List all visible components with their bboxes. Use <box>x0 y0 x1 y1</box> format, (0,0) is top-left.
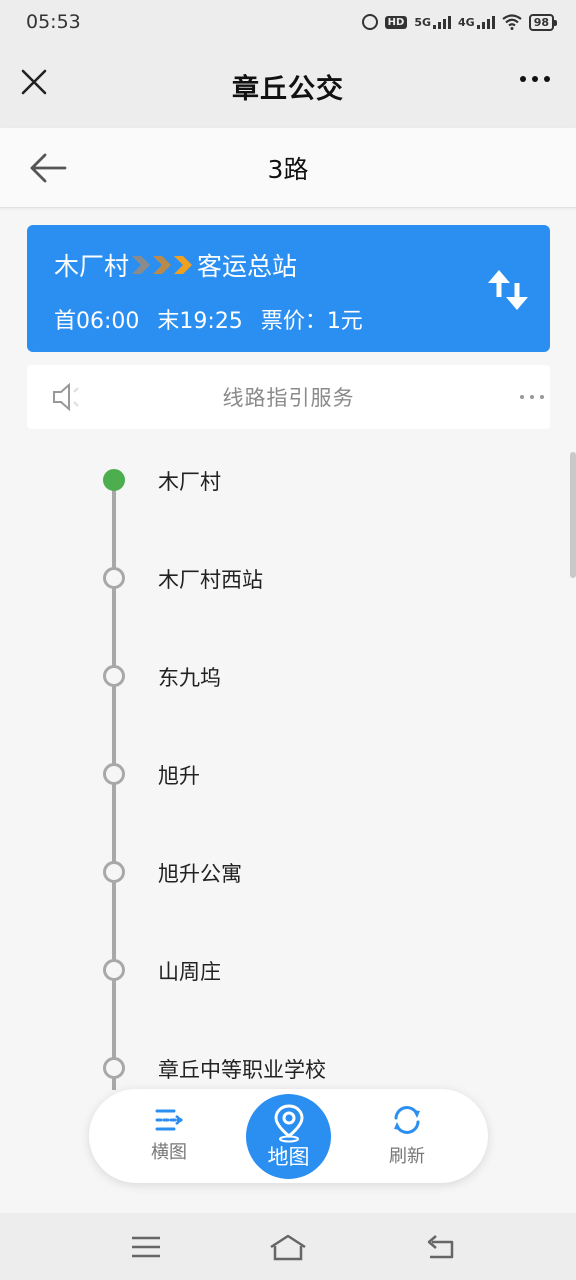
horizontal-view-icon <box>155 1109 184 1131</box>
stop-dot <box>103 959 125 981</box>
current-stop-dot <box>103 469 125 491</box>
stop-item[interactable]: 旭升 <box>0 755 576 795</box>
stop-item[interactable]: 旭升公寓 <box>0 853 576 893</box>
route-origin: 木厂村 <box>54 252 130 281</box>
direction-chevrons-icon <box>132 254 194 276</box>
refresh-label: 刷新 <box>389 1146 425 1167</box>
route-direction: 木厂村 客运总站 <box>54 247 297 283</box>
menu-icon[interactable] <box>126 1233 166 1261</box>
stop-name: 旭升公寓 <box>158 862 242 886</box>
route-card: 木厂村 客运总站 首06:00 末19:25 票价：1元 <box>27 225 550 352</box>
battery-icon: 98 <box>528 13 558 31</box>
refresh-button[interactable]: 刷新 <box>367 1089 447 1183</box>
stop-name: 东九坞 <box>158 666 221 690</box>
map-button[interactable]: 地图 <box>246 1094 331 1179</box>
last-bus-time: 末19:25 <box>157 309 243 334</box>
fare: 票价：1元 <box>260 309 363 334</box>
guidance-text: 线路指引服务 <box>222 386 355 410</box>
stop-name: 木厂村西站 <box>158 568 263 592</box>
horizontal-view-label: 横图 <box>151 1142 187 1163</box>
stop-dot <box>103 1057 125 1079</box>
home-icon[interactable] <box>268 1233 308 1261</box>
stop-list: 木厂村木厂村西站东九坞旭升旭升公寓山周庄章丘中等职业学校 <box>0 430 576 1090</box>
route-schedule: 首06:00 末19:25 票价：1元 <box>54 303 363 335</box>
refresh-icon <box>394 1106 420 1134</box>
map-label: 地图 <box>267 1144 310 1169</box>
horizontal-view-button[interactable]: 横图 <box>129 1089 209 1183</box>
route-guidance-bar[interactable]: 线路指引服务 <box>27 365 550 429</box>
status-icons: HD 5G 4G 98 <box>361 13 558 31</box>
stop-item[interactable]: 章丘中等职业学校 <box>0 1049 576 1089</box>
stop-name: 木厂村 <box>158 470 221 494</box>
stop-name: 山周庄 <box>158 960 221 984</box>
bottom-toolbar: 横图 地图 刷新 <box>89 1089 488 1183</box>
stop-item[interactable]: 木厂村 <box>0 461 576 501</box>
stop-dot <box>103 665 125 687</box>
back-arrow-icon[interactable] <box>28 150 68 186</box>
stop-dot <box>103 567 125 589</box>
stop-item[interactable]: 木厂村西站 <box>0 559 576 599</box>
route-header: 3路 <box>0 128 576 208</box>
first-bus-time: 首06:00 <box>54 309 140 334</box>
stop-dot <box>103 861 125 883</box>
more-options-icon[interactable] <box>520 76 550 82</box>
alarm-icon <box>361 14 378 30</box>
close-icon[interactable] <box>18 66 50 98</box>
app-title: 章丘公交 <box>232 73 344 105</box>
signal-5g-icon: 5G <box>414 15 451 29</box>
speaker-icon[interactable] <box>51 382 83 412</box>
status-time: 05:53 <box>26 11 81 33</box>
stop-dot <box>103 763 125 785</box>
status-bar: 05:53 HD 5G 4G 98 <box>0 0 576 44</box>
hd-voice-icon: HD <box>384 15 408 29</box>
stop-item[interactable]: 东九坞 <box>0 657 576 697</box>
system-nav-bar <box>0 1213 576 1280</box>
stop-name: 旭升 <box>158 764 200 788</box>
scrollbar[interactable] <box>570 452 576 578</box>
route-name: 3路 <box>267 154 309 184</box>
swap-direction-icon[interactable] <box>486 267 530 313</box>
back-icon[interactable] <box>420 1233 460 1261</box>
guidance-more-icon[interactable] <box>520 395 544 399</box>
stop-item[interactable]: 山周庄 <box>0 951 576 991</box>
route-destination: 客运总站 <box>197 252 298 281</box>
stop-name: 章丘中等职业学校 <box>158 1058 326 1082</box>
signal-4g-icon: 4G <box>458 15 495 29</box>
app-title-bar: 章丘公交 <box>0 44 576 128</box>
map-pin-icon <box>273 1103 304 1142</box>
wifi-icon <box>502 14 522 30</box>
